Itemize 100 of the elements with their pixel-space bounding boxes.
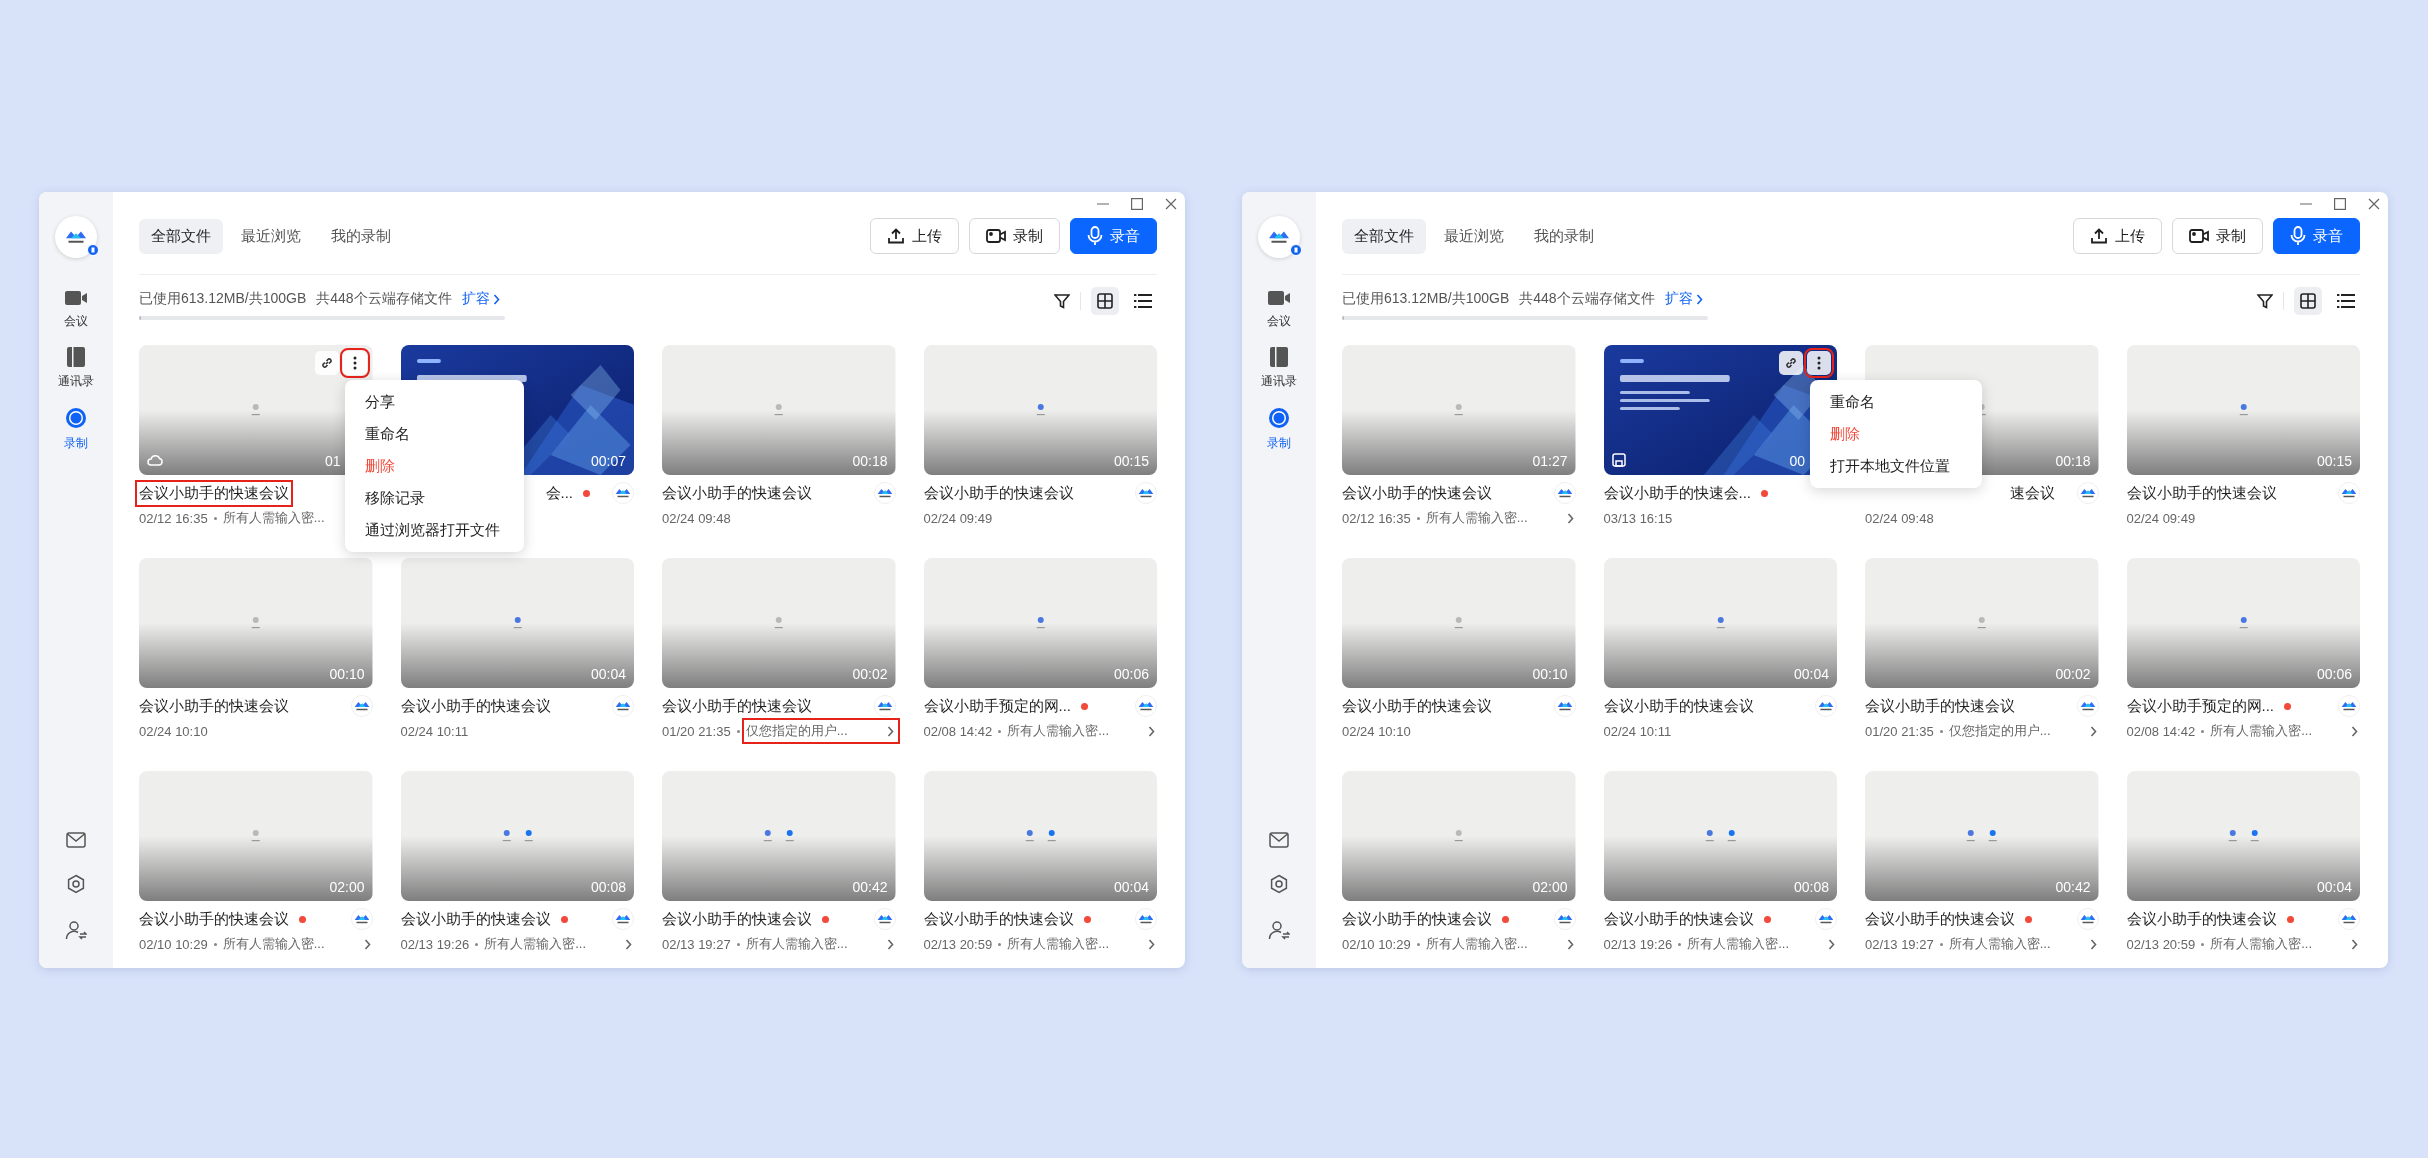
recording-title: 会议小助手的快速会议 [2126, 909, 2277, 929]
tab[interactable]: 我的录制 [1522, 218, 1606, 254]
meeting-logo-icon [350, 695, 373, 717]
tab[interactable]: 最近浏览 [229, 218, 313, 254]
close-icon[interactable] [2368, 198, 2380, 210]
upload-icon [887, 227, 905, 245]
recording-title: 会议小助手预定的网... [2126, 696, 2274, 716]
video-camera-icon [64, 288, 88, 308]
access-link[interactable]: 所有人需输入密... [2210, 935, 2360, 953]
tab[interactable]: 全部文件 [139, 218, 223, 254]
more-button[interactable] [1807, 351, 1831, 375]
menu-item[interactable]: 删除 [1809, 418, 1982, 450]
toolbar-button[interactable]: 上传 [870, 218, 959, 254]
mail-icon[interactable] [1269, 832, 1289, 848]
recording-title: 会议小助手的快速会议 [1865, 909, 2015, 929]
sidebar-item[interactable]: 通讯录 [58, 346, 94, 390]
menu-item[interactable]: 重命名 [345, 418, 524, 450]
chevron-right-icon [1695, 293, 1703, 305]
book-icon [1269, 346, 1289, 368]
access-link[interactable]: 所有人需输入密... [222, 935, 373, 953]
tab[interactable]: 最近浏览 [1432, 218, 1516, 254]
user-switch-icon[interactable] [65, 920, 87, 940]
menu-item[interactable]: 移除记录 [345, 482, 524, 514]
view-toggle[interactable] [1091, 287, 1119, 315]
link-button[interactable] [314, 351, 339, 375]
menu-item[interactable]: 打开本地文件位置 [1809, 450, 1982, 482]
record-audio-button[interactable]: 录音 [2273, 218, 2360, 254]
toolbar-button[interactable]: 上传 [2073, 218, 2162, 254]
meeting-logo-icon [1815, 908, 1837, 930]
expand-link[interactable]: 扩容 [1664, 290, 1703, 308]
toolbar-button[interactable]: 录制 [2172, 218, 2263, 254]
access-link[interactable]: 所有人需输入密... [2210, 722, 2360, 740]
access-link[interactable]: 仅您指定的用户... [1948, 722, 2099, 740]
file-count: 共448个云端存储文件 [316, 290, 452, 308]
record-icon [1267, 406, 1291, 430]
recording-date: 01/20 21:35 [1865, 723, 1934, 739]
chevron-right-icon [492, 293, 500, 305]
meeting-logo-icon [2076, 695, 2099, 717]
expand-link[interactable]: 扩容 [461, 290, 500, 308]
filter-icon[interactable] [2257, 293, 2273, 309]
user-switch-icon[interactable] [1268, 920, 1290, 940]
access-link[interactable]: 所有人需输入密... [484, 935, 634, 953]
more-icon [1817, 356, 1821, 370]
sidebar-item[interactable]: 会议 [64, 288, 88, 330]
account-avatar[interactable] [55, 216, 97, 258]
access-link[interactable]: 所有人需输入密... [1687, 935, 1837, 953]
access-link[interactable]: 所有人需输入密... [1425, 509, 1576, 527]
storage-usage: 已使用613.12MB/共100GB [1342, 290, 1510, 308]
toolbar-button[interactable]: 录制 [969, 218, 1060, 254]
menu-item[interactable]: 重命名 [1809, 386, 1982, 418]
recording-date: 02/12 16:35 [139, 510, 208, 526]
maximize-icon[interactable] [2334, 198, 2346, 210]
duration-label: 00:07 [590, 453, 626, 469]
close-icon[interactable] [1165, 198, 1177, 210]
access-link[interactable]: 所有人需输入密... [1425, 935, 1576, 953]
access-link[interactable]: 所有人需输入密... [745, 935, 896, 953]
more-button[interactable] [342, 351, 367, 375]
sidebar-item[interactable]: 录制 [1267, 406, 1291, 452]
recording-title: 速会议 [2010, 483, 2055, 503]
recording-title: 会议小助手的快速会议 [662, 483, 812, 503]
recording-date: 02/08 14:42 [2126, 723, 2196, 739]
duration-label: 00:06 [2316, 666, 2352, 682]
duration-label: 00:04 [1113, 879, 1149, 895]
account-avatar[interactable] [1258, 216, 1300, 258]
tab[interactable]: 我的录制 [319, 218, 403, 254]
recording-date: 02/24 10:10 [139, 723, 208, 739]
record-audio-button[interactable]: 录音 [1070, 218, 1157, 254]
menu-item[interactable]: 分享 [345, 386, 524, 418]
meeting-logo-icon [1815, 695, 1837, 717]
separator-dot [213, 516, 217, 520]
tab[interactable]: 全部文件 [1342, 218, 1426, 254]
settings-icon[interactable] [1269, 874, 1289, 894]
access-link[interactable]: 所有人需输入密... [1007, 722, 1157, 740]
recording-date: 02/24 10:11 [1603, 723, 1672, 739]
meeting-logo-icon [2338, 482, 2360, 504]
duration-label: 00:06 [1113, 666, 1149, 682]
separator-dot [1678, 942, 1682, 946]
separator-dot [2201, 729, 2205, 733]
recording-date: 02/13 19:27 [662, 936, 731, 952]
duration-label: 00:15 [2316, 453, 2352, 469]
access-link[interactable]: 所有人需输入密... [1007, 935, 1157, 953]
recording-date: 02/24 10:10 [1342, 723, 1411, 739]
access-link[interactable]: 仅您指定的用户... [745, 722, 896, 740]
recording-title: 会议小助手的快速会议 [400, 909, 551, 929]
sidebar-item[interactable]: 通讯录 [1261, 346, 1297, 390]
recording-title: 会议小助手的快速会议 [923, 483, 1074, 503]
filter-icon[interactable] [1054, 293, 1070, 309]
microphone-icon [2290, 226, 2306, 246]
view-toggle[interactable] [2294, 287, 2322, 315]
sidebar-item[interactable]: 录制 [64, 406, 88, 452]
sidebar-item[interactable]: 会议 [1267, 288, 1291, 330]
access-link[interactable]: 所有人需输入密... [1948, 935, 2099, 953]
chevron-right-icon [886, 725, 894, 737]
mail-icon[interactable] [66, 832, 86, 848]
maximize-icon[interactable] [1131, 198, 1143, 210]
link-button[interactable] [1779, 351, 1803, 375]
menu-item[interactable]: 通过浏览器打开文件 [345, 514, 524, 546]
settings-icon[interactable] [66, 874, 86, 894]
meeting-logo-icon [873, 908, 896, 930]
menu-item[interactable]: 删除 [345, 450, 524, 482]
